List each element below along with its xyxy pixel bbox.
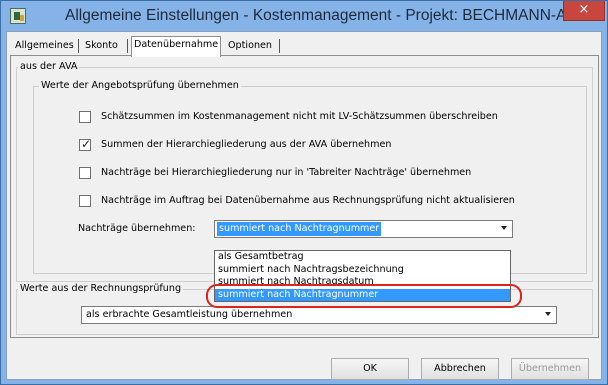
- ok-button[interactable]: OK: [331, 358, 409, 380]
- title-bar[interactable]: Allgemeine Einstellungen - Kostenmanagem…: [1, 1, 607, 31]
- checkbox-summen-hierarchie[interactable]: ✓: [79, 137, 92, 151]
- tab-allgemeines[interactable]: Allgemeines: [13, 38, 76, 56]
- checkmark-icon: ✓: [81, 137, 92, 151]
- tab-datenuebernahme[interactable]: Datenübernahme: [131, 36, 222, 57]
- checkbox-nachtraege-auftrag[interactable]: [79, 195, 91, 207]
- rechnungspruefung-combo-value: als erbrachte Gesamtleistung übernehmen: [86, 309, 293, 320]
- chevron-down-icon[interactable]: [545, 312, 551, 316]
- dialog-window: Allgemeine Einstellungen - Kostenmanagem…: [0, 0, 608, 385]
- checkbox-label: Schätzsummen im Kostenmanagement nicht m…: [101, 111, 498, 122]
- tab-separator: [78, 39, 79, 53]
- cancel-button[interactable]: Abbrechen: [421, 358, 499, 380]
- tab-separator: [127, 39, 128, 53]
- dialog-client-area: Allgemeines Skonto Datenübernahme Option…: [6, 31, 602, 380]
- apply-button[interactable]: Übernehmen: [511, 358, 589, 380]
- dropdown-option[interactable]: summiert nach Nachtragsbezeichnung: [215, 264, 510, 277]
- close-button[interactable]: ×: [563, 1, 605, 21]
- nachtraege-combo-value: summiert nach Nachtragnummer: [217, 222, 382, 236]
- window-title: Allgemeine Einstellungen - Kostenmanagem…: [65, 7, 585, 24]
- tab-skonto[interactable]: Skonto: [83, 38, 120, 56]
- checkbox-nachtraege-hierarchie[interactable]: [79, 167, 91, 179]
- annotation-highlight-ring: [206, 284, 522, 308]
- group-angebotspruefung: Werte der Angebotsprüfung übernehmen Sch…: [33, 80, 587, 274]
- app-icon: [10, 8, 26, 24]
- tab-optionen[interactable]: Optionen: [226, 38, 275, 56]
- checkbox-label: Nachträge im Auftrag bei Datenübernahme …: [101, 195, 515, 206]
- group-legend-rechnungspruefung: Werte aus der Rechnungsprüfung: [18, 283, 184, 294]
- rechnungspruefung-combo[interactable]: als erbrachte Gesamtleistung übernehmen: [81, 306, 557, 324]
- tab-separator: [279, 39, 280, 53]
- nachtraege-combo[interactable]: summiert nach Nachtragnummer: [214, 220, 513, 238]
- checkbox-label: Nachträge bei Hierarchiegliederung nur i…: [101, 167, 472, 178]
- dropdown-option[interactable]: als Gesamtbetrag: [215, 251, 510, 264]
- group-legend-ava: aus der AVA: [18, 61, 80, 72]
- nachtraege-label: Nachträge übernehmen:: [78, 223, 196, 234]
- checkbox-schaetzsummen[interactable]: [79, 111, 91, 123]
- checkbox-label: Summen der Hierarchiegliederung aus der …: [101, 139, 392, 150]
- chevron-down-icon[interactable]: [501, 226, 507, 230]
- group-legend-angebotspruefung: Werte der Angebotsprüfung übernehmen: [39, 80, 241, 91]
